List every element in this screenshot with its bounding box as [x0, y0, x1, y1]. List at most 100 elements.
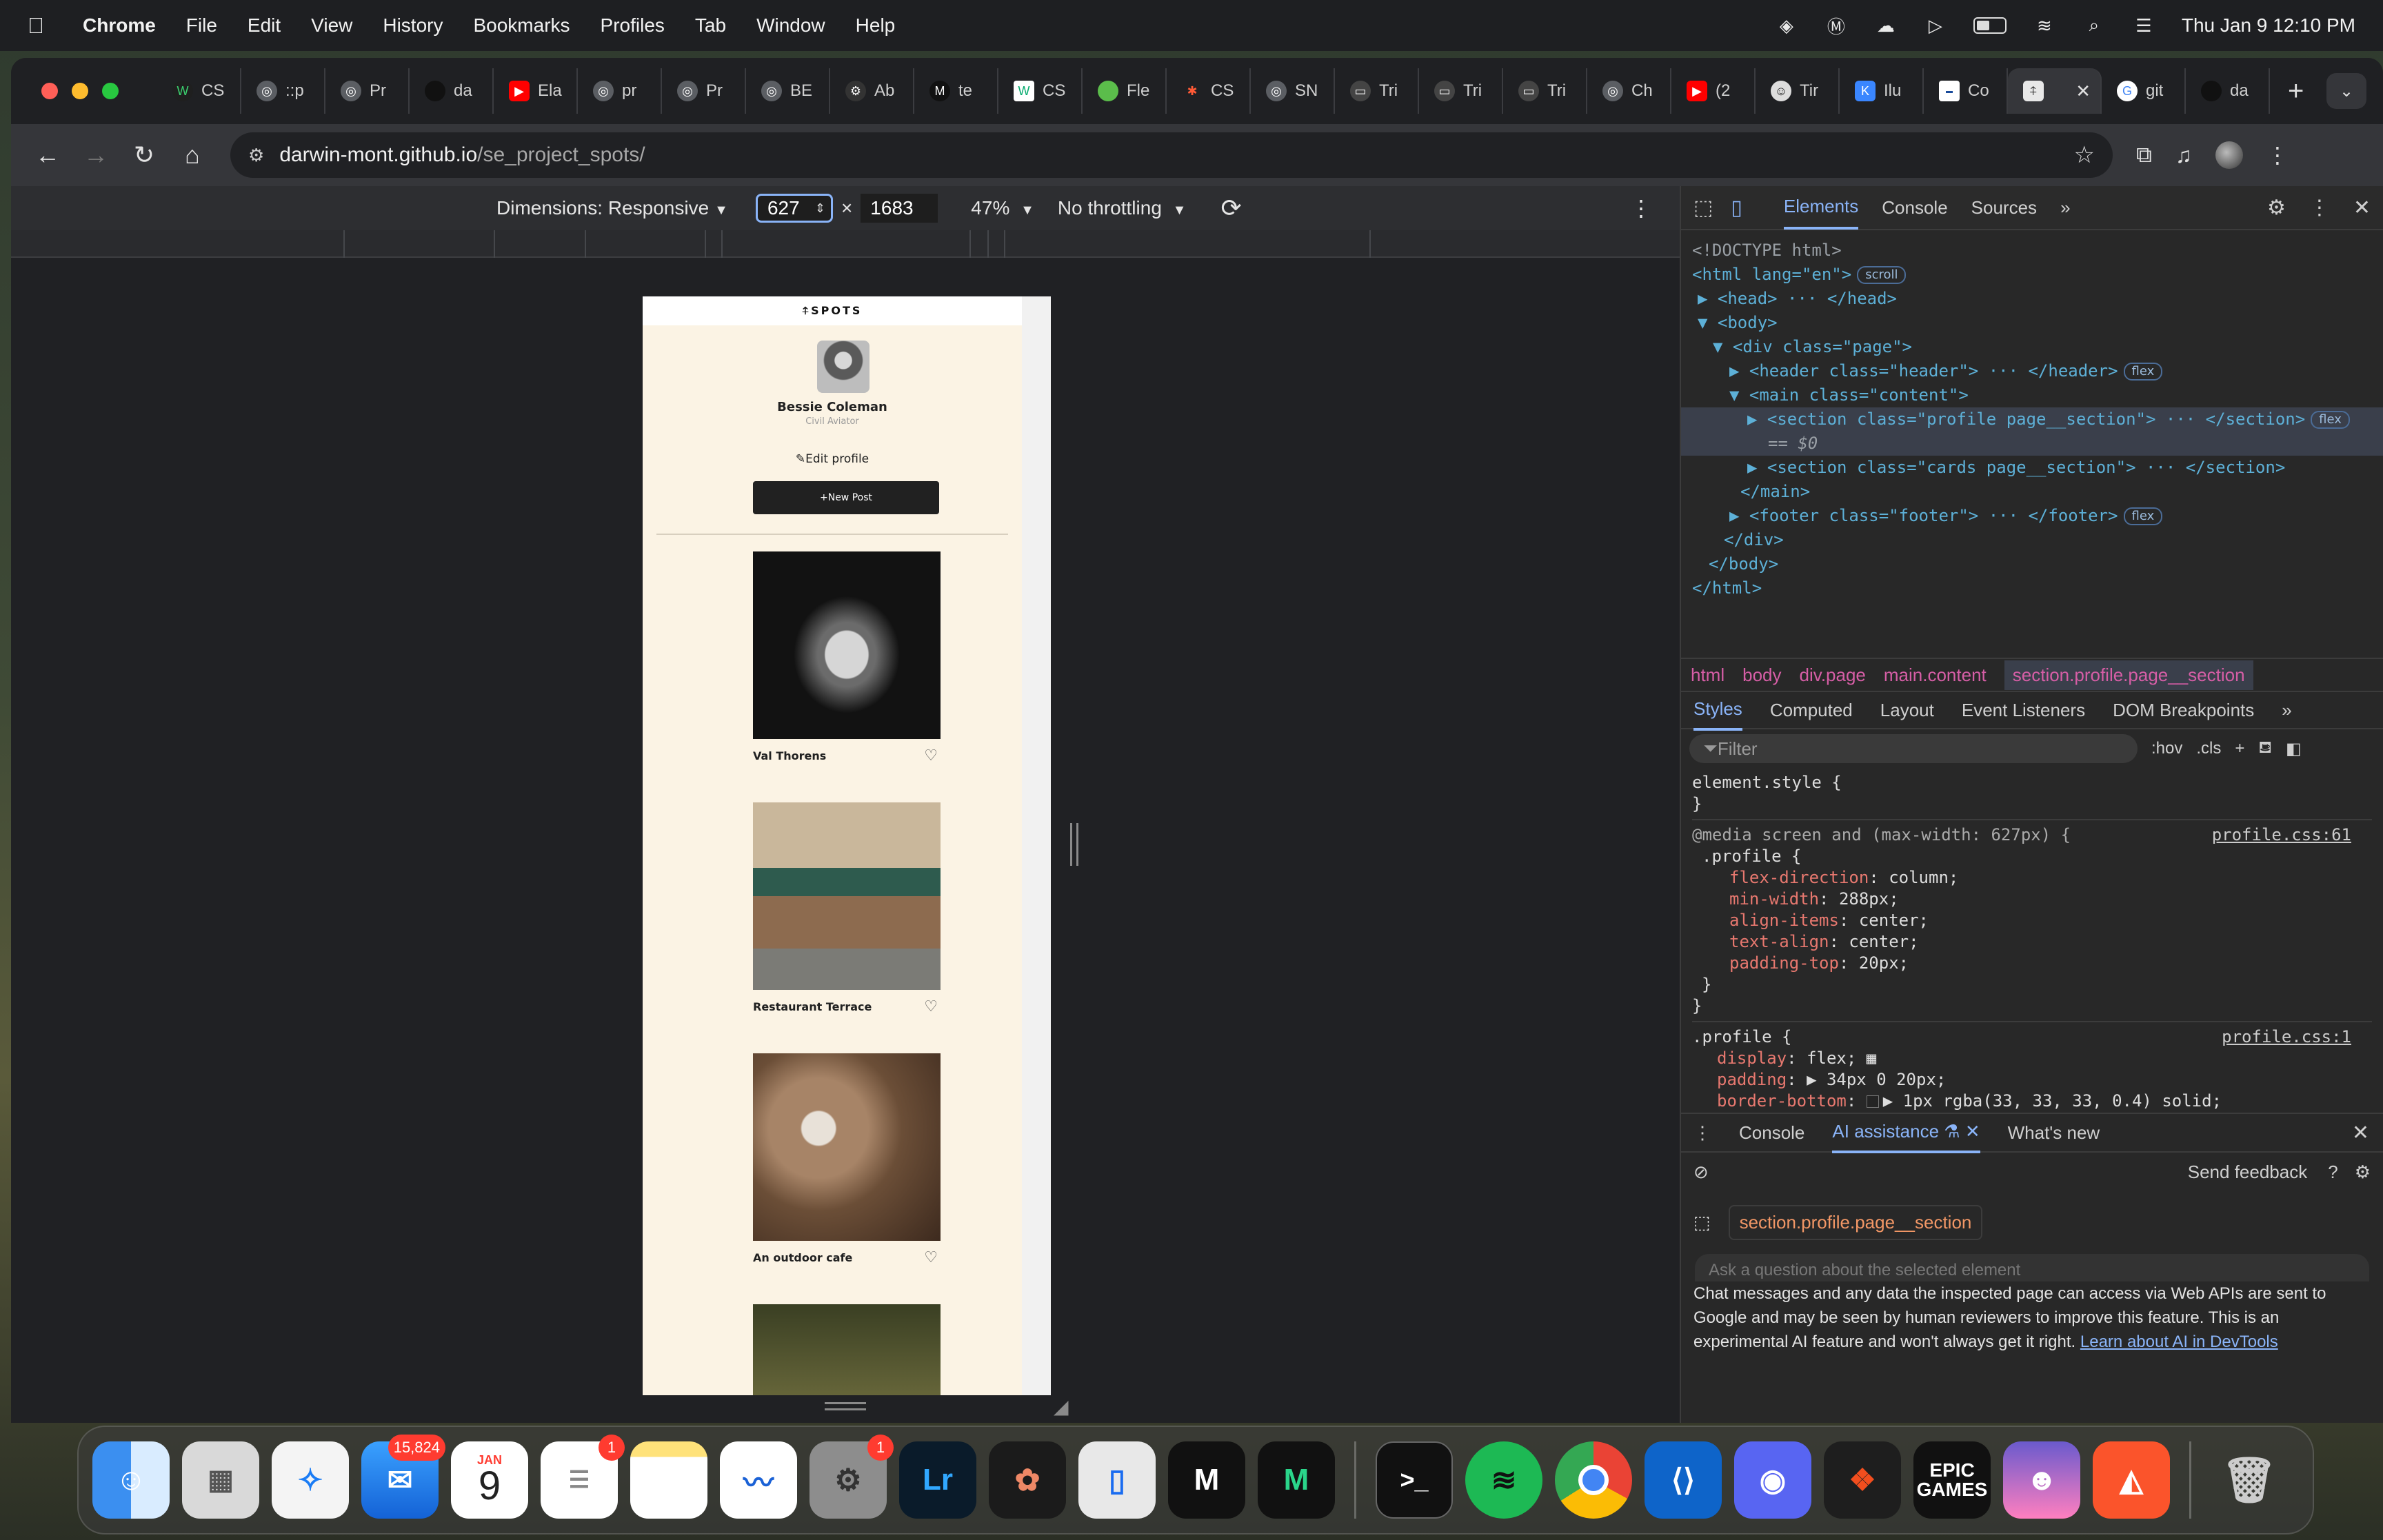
bookmark-star-icon[interactable]: ☆ — [2074, 141, 2095, 169]
browser-tab[interactable]: ✱ CS — [1167, 68, 1251, 114]
spotlight-search-icon[interactable]: ⌕ — [2082, 14, 2106, 37]
color-swatch[interactable] — [1866, 1095, 1879, 1108]
terminal-icon[interactable]: >_ — [1376, 1441, 1453, 1519]
close-window-button[interactable] — [41, 83, 58, 99]
brave-icon[interactable]: ◭ — [2093, 1441, 2170, 1519]
control-center-icon[interactable]: ☰ — [2132, 14, 2155, 37]
expand-triangle-icon[interactable]: ▶ — [1747, 409, 1767, 429]
m-app-icon[interactable]: M — [1168, 1441, 1245, 1519]
browser-tab[interactable]: ▶ Ela — [494, 68, 578, 114]
dom-node[interactable]: ▶ <header class="header"> ··· </header> f… — [1692, 359, 2372, 383]
media-query-marker[interactable] — [969, 230, 971, 258]
learn-about-ai-link[interactable]: Learn about AI in DevTools — [2080, 1333, 2278, 1351]
settings-gear-icon[interactable]: ⚙ — [2267, 196, 2286, 220]
forward-arrow-icon[interactable]: → — [76, 135, 116, 175]
browser-tab[interactable]: ◎ pr — [578, 68, 662, 114]
flex-badge[interactable]: flex — [2123, 507, 2163, 525]
menu-view[interactable]: View — [311, 14, 352, 37]
battery-icon[interactable] — [1973, 17, 2007, 34]
device-more-options-icon[interactable]: ⋮ — [1630, 195, 1652, 221]
drawer-tab-whats-new[interactable]: What's new — [2008, 1122, 2100, 1144]
dom-node[interactable]: ▼ <main class="content"> — [1692, 383, 2372, 407]
browser-tab[interactable]: da — [410, 68, 494, 114]
cloud-status-icon[interactable]: ☁ — [1874, 14, 1898, 37]
browser-tab[interactable]: Mte — [914, 68, 998, 114]
menu-edit[interactable]: Edit — [248, 14, 281, 37]
dom-node-selected[interactable]: ▶ <section class="profile page__section"… — [1681, 407, 2383, 432]
flex-badge[interactable]: flex — [2123, 363, 2163, 381]
spots-logo[interactable]: ⍏SPOTS — [643, 296, 1022, 325]
dom-node[interactable]: <html lang="en"> scroll — [1692, 263, 2372, 287]
collapse-triangle-icon[interactable]: ▼ — [1729, 385, 1749, 405]
zoom-dropdown[interactable]: 47% ▼ — [971, 197, 1034, 219]
browser-tab[interactable]: ☺ Tir — [1756, 68, 1840, 114]
close-tab-icon[interactable]: ✕ — [1965, 1121, 1980, 1142]
style-property[interactable]: align-items: center; — [1692, 910, 2372, 931]
menubar-clock[interactable]: Thu Jan 9 12:10 PM — [2182, 14, 2355, 37]
finder-icon[interactable]: ☺ — [92, 1441, 170, 1519]
hov-toggle[interactable]: :hov — [2151, 739, 2182, 758]
davinci-resolve-icon[interactable]: ✿ — [989, 1441, 1066, 1519]
inspect-element-icon[interactable]: ⬚ — [1693, 196, 1713, 220]
calendar-icon[interactable]: JAN 9 — [451, 1441, 528, 1519]
breadcrumb-item[interactable]: body — [1742, 665, 1781, 686]
dom-node[interactable]: </div> — [1692, 528, 2372, 552]
launchpad-icon[interactable]: ▦ — [182, 1441, 259, 1519]
system-settings-icon[interactable]: ⚙ 1 — [810, 1435, 894, 1519]
site-info-icon[interactable]: ⚙ — [248, 145, 264, 166]
media-query-marker[interactable] — [987, 230, 989, 258]
dom-node[interactable]: ▼ <body> — [1692, 311, 2372, 335]
browser-tab[interactable]: W CS — [998, 68, 1083, 114]
collapse-triangle-icon[interactable]: ▼ — [1698, 313, 1718, 332]
like-heart-icon[interactable]: ♡ — [924, 1249, 938, 1266]
edit-profile-button[interactable]: ✎Edit profile — [643, 452, 1022, 466]
ai-context-chip[interactable]: section.profile.page__section — [1728, 1205, 1983, 1240]
devtools-menu-kebab-icon[interactable]: ⋮ — [2309, 196, 2330, 220]
browser-tab[interactable]: ▭ Tri — [1335, 68, 1419, 114]
ai-settings-gear-icon[interactable]: ⚙ — [2355, 1162, 2371, 1183]
ai-question-input[interactable]: Ask a question about the selected elemen… — [1695, 1254, 2369, 1281]
card-image[interactable] — [753, 1053, 941, 1241]
expand-triangle-icon[interactable]: ▶ — [1698, 289, 1718, 308]
close-drawer-icon[interactable]: ✕ — [2352, 1121, 2369, 1145]
menu-history[interactable]: History — [383, 14, 443, 37]
media-query-marker[interactable] — [343, 230, 345, 258]
dom-node[interactable]: <!DOCTYPE html> — [1692, 239, 2372, 263]
trash-icon[interactable]: 🗑 — [2211, 1441, 2288, 1519]
flex-editor-icon[interactable]: ▦ — [1867, 1048, 1876, 1068]
dom-node[interactable]: ▶ <head> ··· </head> — [1692, 287, 2372, 311]
media-query-marker[interactable] — [494, 230, 495, 258]
collapse-triangle-icon[interactable]: ▼ — [1713, 337, 1733, 356]
vscode-icon[interactable]: ⟨⟩ — [1645, 1441, 1722, 1519]
tab-console[interactable]: Console — [1882, 188, 1947, 228]
expand-triangle-icon[interactable]: ▶ — [1747, 458, 1767, 477]
dom-node[interactable]: ▶ <footer class="footer"> ··· </footer> f… — [1692, 504, 2372, 528]
freeform-icon[interactable]: 〰 — [720, 1441, 797, 1519]
new-style-rule-plus-icon[interactable]: + — [2235, 739, 2244, 758]
media-query-marker[interactable] — [1004, 230, 1005, 258]
tab-search-chevron-icon[interactable]: ⌄ — [2326, 73, 2366, 109]
send-feedback-link[interactable]: Send feedback — [2188, 1162, 2307, 1183]
drawer-tab-ai-assistance[interactable]: AI assistance ⚗ ✕ — [1832, 1113, 1980, 1153]
breadcrumb-item[interactable]: html — [1691, 665, 1725, 686]
breadcrumb-item[interactable]: main.content — [1884, 665, 1987, 686]
media-controls-icon[interactable]: ♫ — [2175, 143, 2192, 168]
expand-triangle-icon[interactable]: ▶ — [1729, 361, 1749, 381]
browser-tab[interactable]: ◎ BE — [746, 68, 830, 114]
simulator-icon[interactable]: ▯ — [1078, 1441, 1156, 1519]
style-source-link[interactable]: profile.css:61 — [2212, 824, 2351, 846]
breadcrumb-item-active[interactable]: section.profile.page__section — [2004, 660, 2253, 690]
paint-bucket-icon[interactable]: ⛾ — [2258, 738, 2272, 759]
browser-tab[interactable]: ▬ Co — [1924, 68, 2008, 114]
wifi-icon[interactable]: ≋ — [2033, 14, 2056, 37]
device-width-resize-handle[interactable] — [1070, 823, 1078, 866]
media-query-marker[interactable] — [721, 230, 723, 258]
lightroom-icon[interactable]: Lr — [899, 1441, 976, 1519]
expand-triangle-icon[interactable]: ▶ — [1729, 506, 1749, 525]
media-style-rule[interactable]: profile.css:61 @media screen and (max-wi… — [1692, 820, 2372, 1022]
like-heart-icon[interactable]: ♡ — [924, 747, 938, 764]
menu-window[interactable]: Window — [756, 14, 825, 37]
apple-menu-icon[interactable]:  — [28, 14, 48, 37]
browser-tab[interactable]: ◎ SN — [1251, 68, 1335, 114]
device-scrollbar[interactable] — [1022, 296, 1051, 1395]
